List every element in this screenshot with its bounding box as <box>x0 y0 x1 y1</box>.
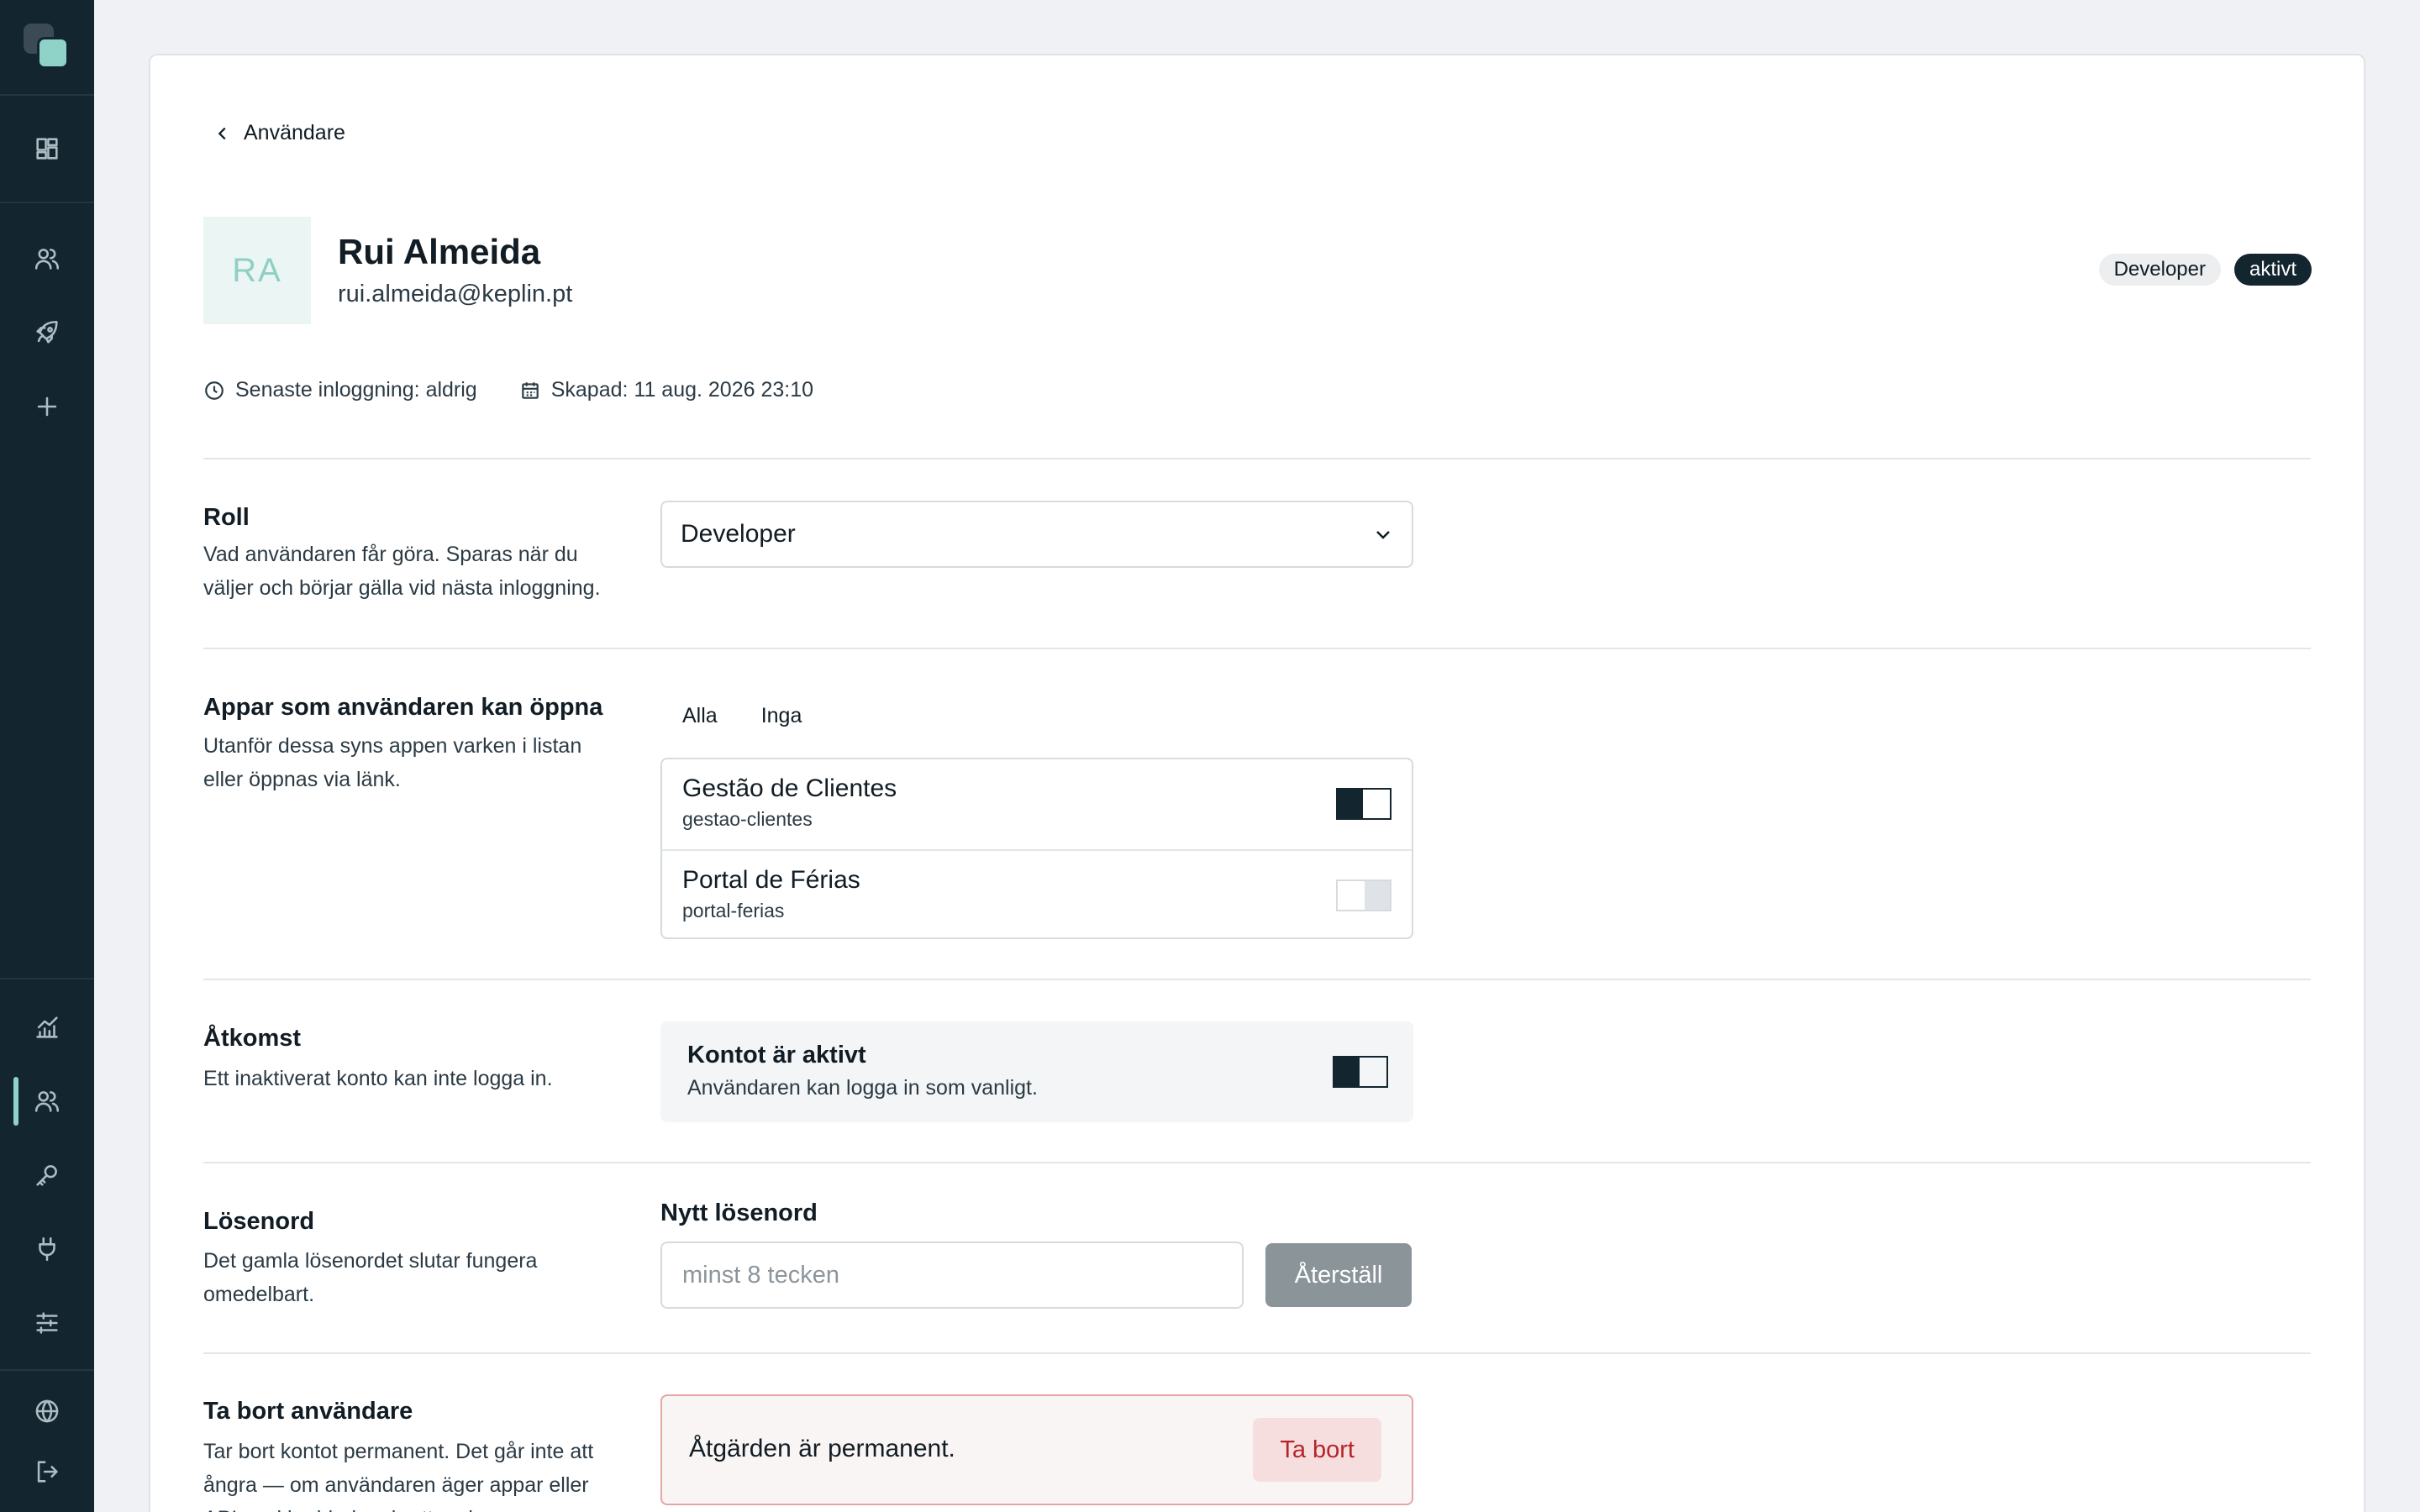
role-select[interactable]: Developer <box>660 501 1413 568</box>
user-badges: Developer aktivt <box>2098 254 2312 286</box>
toggle-knob <box>1334 1058 1360 1086</box>
back-link-label: Användare <box>244 121 345 144</box>
new-password-input[interactable] <box>660 1242 1244 1309</box>
password-section-description: Det gamla lösenordet slutar fungera omed… <box>203 1249 538 1306</box>
account-active-subtitle: Användaren kan logga in som vanligt. <box>687 1076 1038 1100</box>
new-password-label: Nytt lösenord <box>660 1200 818 1226</box>
dashboard-icon[interactable] <box>30 132 64 165</box>
role-section-title: Roll <box>203 504 250 531</box>
delete-section-description: Tar bort kontot permanent. Det går inte … <box>203 1440 594 1512</box>
sidebar <box>0 0 94 1512</box>
account-active-toggle[interactable] <box>1333 1056 1388 1088</box>
apps-select-tabs: Alla Inga <box>660 701 823 732</box>
section-divider <box>203 979 2311 980</box>
sidebar-divider <box>0 978 94 979</box>
app-list: Gestão de Clientes gestao-clientes Porta… <box>660 758 1413 939</box>
apps-section-description: Utanför dessa syns appen varken i listan… <box>203 734 582 791</box>
clock-icon <box>205 381 224 400</box>
role-section-description: Vad användaren får göra. Sparas när du v… <box>203 543 601 600</box>
user-name: Rui Almeida <box>338 232 541 271</box>
list-item: Gestão de Clientes gestao-clientes <box>662 759 1412 849</box>
app-logo[interactable] <box>24 24 71 71</box>
logout-icon[interactable] <box>30 1455 64 1488</box>
sidebar-divider <box>0 94 94 96</box>
plus-icon[interactable] <box>30 390 64 423</box>
select-none-button[interactable]: Inga <box>739 701 824 732</box>
key-icon[interactable] <box>30 1158 64 1192</box>
section-divider <box>203 648 2311 649</box>
app-toggle[interactable] <box>1336 879 1392 911</box>
sidebar-divider <box>0 1369 94 1371</box>
created-date-text: Skapad: 11 aug. 2026 23:10 <box>550 378 814 402</box>
account-active-box: Kontot är aktivt Användaren kan logga in… <box>660 1021 1413 1122</box>
chevron-down-icon <box>1376 531 1390 539</box>
last-login: Senaste inloggning: aldrig <box>203 378 477 402</box>
created-date: Skapad: 11 aug. 2026 23:10 <box>519 378 813 402</box>
toggle-knob <box>1338 790 1363 818</box>
sidebar-divider <box>0 202 94 203</box>
role-badge: Developer <box>2098 254 2221 286</box>
toggle-knob <box>1365 881 1390 910</box>
rocket-icon[interactable] <box>30 316 64 349</box>
plug-icon[interactable] <box>30 1232 64 1266</box>
apps-section-title: Appar som användaren kan öppna <box>203 694 603 721</box>
back-link[interactable]: Användare <box>213 121 345 145</box>
app-name: Portal de Férias <box>682 866 860 894</box>
section-divider <box>203 1352 2311 1354</box>
user-email: rui.almeida@keplin.pt <box>338 281 573 307</box>
logo-front-square <box>37 37 69 69</box>
chevron-left-icon <box>218 127 226 139</box>
delete-section-title: Ta bort användare <box>203 1398 413 1425</box>
users-icon[interactable] <box>30 1084 64 1118</box>
app-toggle[interactable] <box>1336 788 1392 820</box>
sliders-icon[interactable] <box>30 1306 64 1340</box>
analytics-icon[interactable] <box>30 1011 64 1044</box>
section-divider <box>203 458 2311 459</box>
delete-user-button[interactable]: Ta bort <box>1253 1418 1381 1482</box>
avatar: RA <box>203 217 311 324</box>
status-badge: aktivt <box>2233 254 2312 286</box>
user-meta: Senaste inloggning: aldrig Skapad: 11 au… <box>203 378 813 402</box>
reset-password-button[interactable]: Återställ <box>1265 1243 1412 1307</box>
calendar-icon <box>521 381 539 399</box>
active-nav-indicator <box>13 1077 18 1126</box>
users-icon[interactable] <box>30 242 64 276</box>
app-slug: gestao-clientes <box>682 808 813 830</box>
app-slug: portal-ferias <box>682 900 785 921</box>
last-login-text: Senaste inloggning: aldrig <box>235 378 477 402</box>
access-section-description: Ett inaktiverat konto kan inte logga in. <box>203 1067 553 1090</box>
access-section-title: Åtkomst <box>203 1025 302 1052</box>
globe-icon[interactable] <box>30 1394 64 1428</box>
password-section-title: Lösenord <box>203 1208 315 1235</box>
delete-warning: Åtgärden är permanent. <box>689 1435 955 1462</box>
account-active-title: Kontot är aktivt <box>687 1042 866 1068</box>
role-select-value: Developer <box>681 520 796 548</box>
list-item: Portal de Férias portal-ferias <box>662 849 1412 937</box>
section-divider <box>203 1162 2311 1163</box>
delete-danger-box: Åtgärden är permanent. Ta bort <box>660 1394 1413 1505</box>
app-name: Gestão de Clientes <box>682 774 897 802</box>
select-all-button[interactable]: Alla <box>660 701 739 732</box>
